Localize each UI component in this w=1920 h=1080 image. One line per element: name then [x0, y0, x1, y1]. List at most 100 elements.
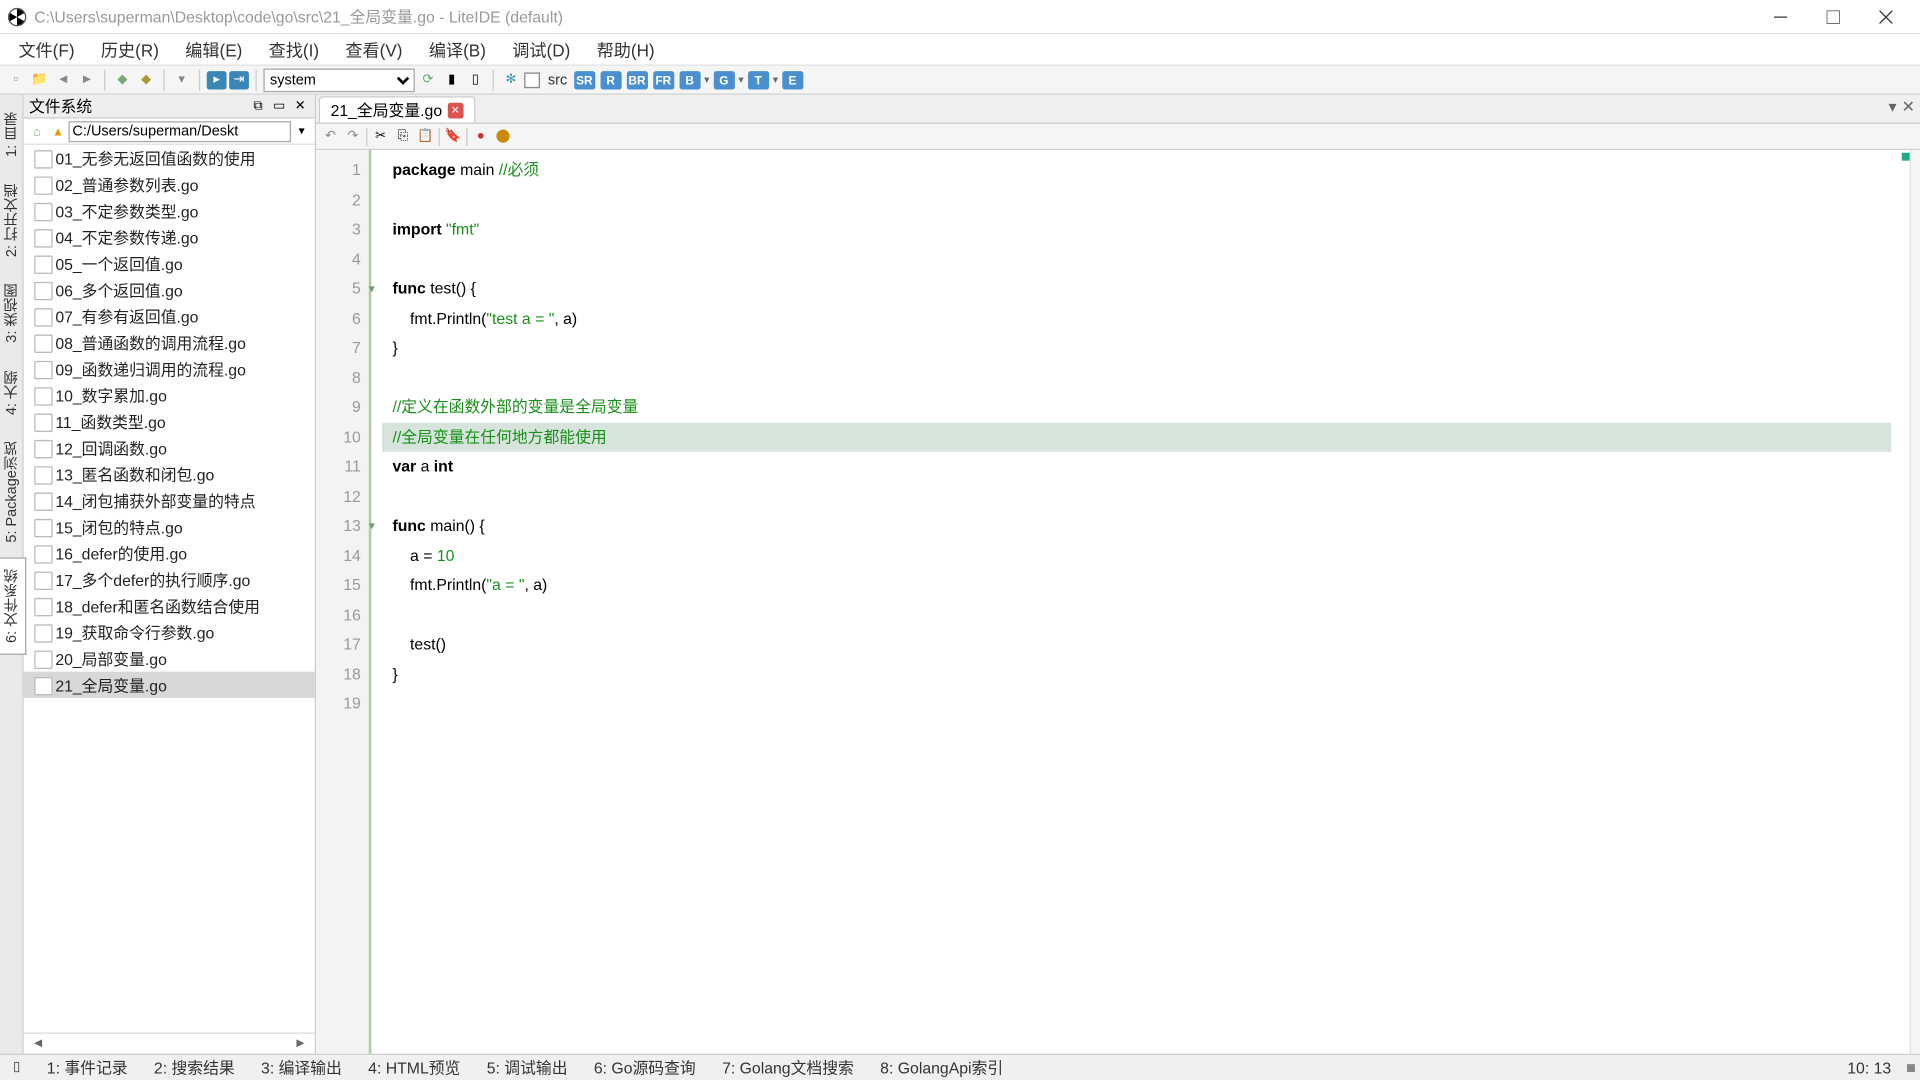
toolbar-sep [466, 127, 467, 145]
badge-sr[interactable]: SR [574, 70, 595, 88]
scroll-left-icon[interactable]: ◄ [26, 1036, 50, 1050]
home-icon[interactable]: ⌂ [28, 122, 46, 140]
file-item[interactable]: 12_回调函数.go [24, 435, 315, 461]
file-item[interactable]: 11_函数类型.go [24, 408, 315, 434]
undo-icon[interactable]: ↶ [321, 127, 339, 145]
status-panel[interactable]: 7: Golang文档搜索 [709, 1059, 867, 1077]
badge-fr[interactable]: FR [653, 70, 674, 88]
minimize-button[interactable] [1754, 0, 1807, 34]
nav-back-icon[interactable]: ◄ [53, 69, 74, 90]
rail-tab[interactable]: 4: 大纲 [0, 358, 26, 427]
line-gutter: 12345678910111213141516171819 [316, 150, 371, 1053]
menu-item[interactable]: 帮助(H) [583, 34, 667, 64]
menu-item[interactable]: 文件(F) [5, 34, 87, 64]
menu-item[interactable]: 查找(I) [255, 34, 332, 64]
file-item[interactable]: 06_多个返回值.go [24, 277, 315, 303]
toolbar-sep [199, 69, 200, 90]
close-icon[interactable]: ✕ [291, 97, 309, 115]
file-item[interactable]: 08_普通函数的调用流程.go [24, 329, 315, 355]
file-item[interactable]: 19_获取命令行参数.go [24, 619, 315, 645]
status-panel[interactable]: 6: Go源码查询 [581, 1059, 709, 1077]
rail-tab[interactable]: 3: 类视图 [0, 272, 26, 355]
file-item[interactable]: 14_闭包捕获外部变量的特点 [24, 487, 315, 513]
terminal-icon[interactable]: ▮ [441, 69, 462, 90]
menu-item[interactable]: 编译(B) [416, 34, 499, 64]
status-panel[interactable]: 8: GolangApi索引 [867, 1059, 1016, 1077]
status-bar: ▯ 1: 事件记录2: 搜索结果3: 编译输出4: HTML预览5: 调试输出6… [0, 1054, 1920, 1080]
up-icon[interactable]: ▲ [49, 122, 67, 140]
scroll-right-icon[interactable]: ► [289, 1036, 313, 1050]
status-panel[interactable]: 5: 调试输出 [474, 1059, 581, 1077]
menu-item[interactable]: 调试(D) [499, 34, 583, 64]
file-item[interactable]: 18_defer和匿名函数结合使用 [24, 593, 315, 619]
copy-icon[interactable]: ⎘ [394, 127, 412, 145]
debug-icon[interactable]: ⬤ [494, 127, 512, 145]
file-item[interactable]: 16_defer的使用.go [24, 540, 315, 566]
split-icon[interactable]: ⧉ [249, 97, 267, 115]
status-panel[interactable]: 1: 事件记录 [34, 1059, 141, 1077]
redo-icon[interactable]: ↷ [344, 127, 362, 145]
file-tab[interactable]: 21_全局变量.go ✕ [319, 96, 475, 122]
breakpoint-icon[interactable]: ● [471, 127, 489, 145]
file-item[interactable]: 07_有参有返回值.go [24, 303, 315, 329]
rail-tab[interactable]: 6: 文件系统 [0, 557, 26, 655]
status-panel[interactable]: 3: 编译输出 [248, 1059, 355, 1077]
tabstrip-close-icon[interactable]: ✕ [1902, 97, 1915, 115]
sidebar: 文件系统 ⧉ ▭ ✕ ⌂ ▲ ▾ 01_无参无返回值函数的使用02_普通参数列表… [24, 95, 316, 1054]
badge-g[interactable]: G [713, 70, 734, 88]
bookmark-icon[interactable]: 🔖 [444, 127, 462, 145]
app-icon [8, 7, 26, 25]
close-button[interactable] [1860, 0, 1913, 34]
file-item[interactable]: 21_全局变量.go [24, 672, 315, 698]
gear-icon[interactable]: ✻ [500, 69, 521, 90]
status-panel[interactable]: 2: 搜索结果 [141, 1059, 248, 1077]
doc-icon[interactable]: ▯ [465, 69, 486, 90]
diff-icon[interactable]: ◆ [112, 69, 133, 90]
dock-icon[interactable]: ▭ [270, 97, 288, 115]
open-folder-icon[interactable]: 📁 [29, 69, 50, 90]
status-toggle-icon[interactable]: ▯ [0, 1060, 34, 1074]
badge-e[interactable]: E [782, 70, 803, 88]
rail-tab[interactable]: 1: 目录 [0, 100, 26, 169]
dropdown-icon[interactable]: ▾ [171, 69, 192, 90]
path-input[interactable] [68, 121, 291, 142]
badge-t[interactable]: T [748, 70, 769, 88]
menu-item[interactable]: 编辑(E) [172, 34, 255, 64]
rail-tab[interactable]: 5: Package浏览 [0, 429, 26, 554]
menu-item[interactable]: 查看(V) [332, 34, 415, 64]
file-item[interactable]: 02_普通参数列表.go [24, 171, 315, 197]
file-item[interactable]: 10_数字累加.go [24, 382, 315, 408]
menu-item[interactable]: 历史(R) [88, 34, 172, 64]
badge-b[interactable]: B [679, 70, 700, 88]
stop-icon[interactable]: ⇥ [229, 70, 249, 88]
status-panel[interactable]: 4: HTML预览 [355, 1059, 474, 1077]
file-item[interactable]: 17_多个defer的执行顺序.go [24, 566, 315, 592]
src-checkbox[interactable] [524, 72, 540, 88]
code-editor[interactable]: 12345678910111213141516171819 ▾▾ package… [316, 150, 1920, 1053]
file-item[interactable]: 13_匿名函数和闭包.go [24, 461, 315, 487]
refresh-icon[interactable]: ⟳ [417, 69, 438, 90]
cut-icon[interactable]: ✂ [371, 127, 389, 145]
merge-icon[interactable]: ◆ [136, 69, 157, 90]
tab-close-icon[interactable]: ✕ [447, 102, 463, 118]
toolbar-sep [439, 127, 440, 145]
file-item[interactable]: 05_一个返回值.go [24, 250, 315, 276]
env-dropdown[interactable]: system [263, 68, 414, 92]
new-file-icon[interactable]: ▫ [5, 69, 26, 90]
nav-fwd-icon[interactable]: ► [76, 69, 97, 90]
file-item[interactable]: 09_函数递归调用的流程.go [24, 356, 315, 382]
path-dropdown-icon[interactable]: ▾ [292, 122, 310, 140]
badge-br[interactable]: BR [626, 70, 647, 88]
paste-icon[interactable]: 📋 [416, 127, 434, 145]
play-icon[interactable]: ▸ [207, 70, 227, 88]
file-item[interactable]: 20_局部变量.go [24, 645, 315, 671]
file-item[interactable]: 15_闭包的特点.go [24, 514, 315, 540]
badge-r[interactable]: R [600, 70, 621, 88]
file-item[interactable]: 03_不定参数类型.go [24, 198, 315, 224]
maximize-button[interactable] [1807, 0, 1860, 34]
file-item[interactable]: 01_无参无返回值函数的使用 [24, 145, 315, 171]
rail-tab[interactable]: 2: 打开文档 [0, 172, 26, 270]
code-content[interactable]: package main //必须import "fmt"func test()… [382, 150, 1902, 1053]
tabstrip-dropdown-icon[interactable]: ▾ [1888, 97, 1896, 115]
file-item[interactable]: 04_不定参数传递.go [24, 224, 315, 250]
